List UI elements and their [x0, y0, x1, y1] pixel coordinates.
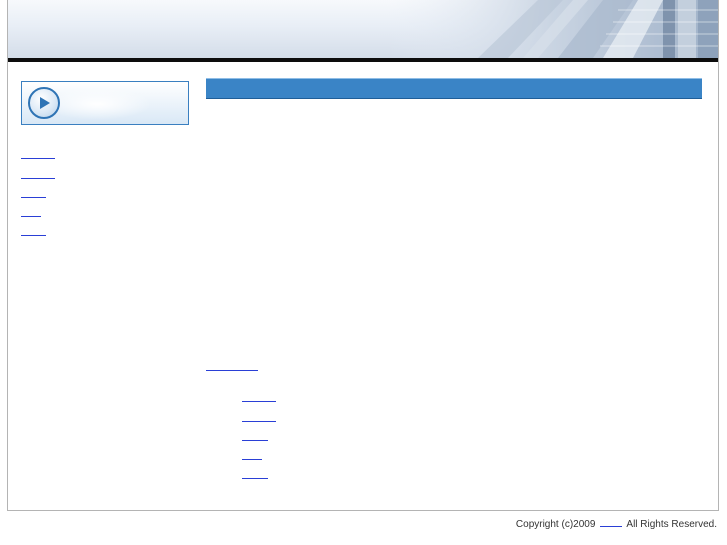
sidebar-banner[interactable] [21, 81, 189, 125]
section-link[interactable] [206, 362, 258, 371]
page: Copyright (c)2009 All Rights Reserved. [0, 0, 727, 545]
sub-link-5[interactable] [242, 470, 268, 479]
sub-link-3[interactable] [242, 432, 268, 441]
sidebar-link-3[interactable] [21, 189, 46, 198]
sidebar-link-5[interactable] [21, 227, 46, 236]
header-divider [8, 58, 718, 62]
sidebar-link-4[interactable] [21, 208, 41, 217]
building-facade-image [388, 0, 718, 58]
play-icon [40, 97, 50, 109]
sub-link-1[interactable] [242, 393, 276, 402]
sidebar-link-2[interactable] [21, 170, 55, 179]
rights-text: All Rights Reserved. [626, 519, 717, 530]
content-title-bar [206, 78, 702, 99]
sub-link-2[interactable] [242, 413, 276, 422]
page-frame [7, 0, 719, 511]
copyright-text: Copyright (c)2009 [515, 519, 596, 530]
company-link[interactable] [600, 517, 623, 527]
sidebar-link-1[interactable] [21, 150, 55, 159]
sub-link-4[interactable] [242, 451, 262, 460]
header-banner [8, 0, 718, 58]
play-button[interactable] [28, 87, 60, 119]
footer-copyright: Copyright (c)2009 All Rights Reserved. [516, 517, 717, 530]
